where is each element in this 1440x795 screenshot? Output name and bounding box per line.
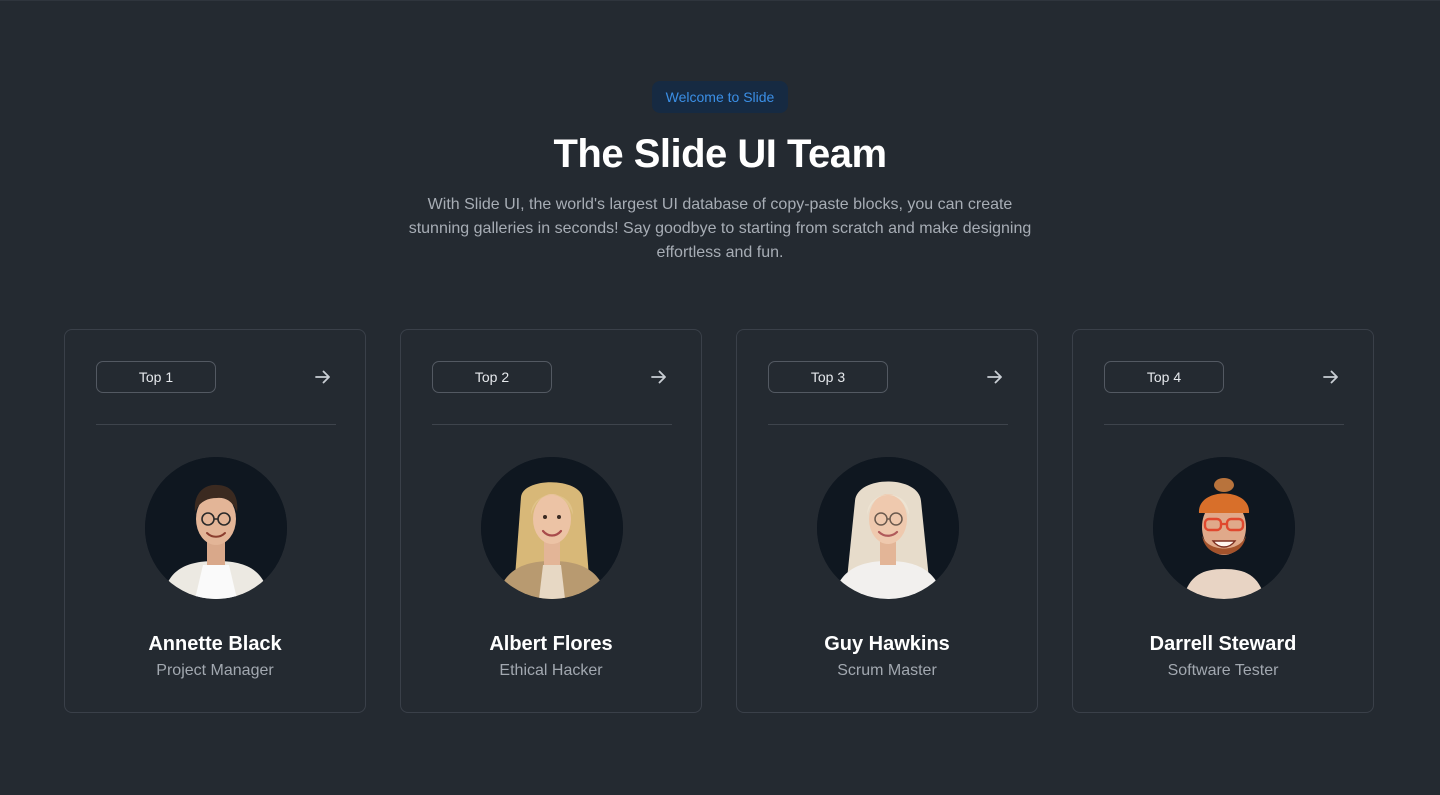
rank-button[interactable]: Top 4 (1104, 361, 1224, 393)
member-name: Albert Flores (489, 633, 613, 655)
member-name: Annette Black (148, 633, 282, 655)
team-card-1: Top 1 Annette Black Project Manager (64, 329, 366, 713)
member-name: Guy Hawkins (824, 633, 950, 655)
card-divider (432, 424, 672, 425)
avatar (481, 457, 623, 599)
card-divider (1104, 424, 1344, 425)
team-card-4: Top 4 Darrell Steward Software Tester (1072, 329, 1374, 713)
card-divider (768, 424, 1008, 425)
team-card-3: Top 3 Guy Hawkins Scrum Master (736, 329, 1038, 713)
rank-button[interactable]: Top 1 (96, 361, 216, 393)
avatar (817, 457, 959, 599)
member-role: Project Manager (156, 662, 274, 679)
member-name: Darrell Steward (1149, 633, 1297, 655)
arrow-right-icon[interactable] (985, 367, 1005, 387)
avatar (145, 457, 287, 599)
team-card-2: Top 2 Albert Flores Ethical Hacker (400, 329, 702, 713)
arrow-right-icon[interactable] (649, 367, 669, 387)
card-divider (96, 424, 336, 425)
rank-button[interactable]: Top 3 (768, 361, 888, 393)
member-role: Software Tester (1167, 662, 1279, 679)
team-page: Welcome to Slide The Slide UI Team With … (0, 0, 1440, 795)
member-role: Scrum Master (837, 662, 937, 679)
arrow-right-icon[interactable] (1321, 367, 1341, 387)
avatar (1153, 457, 1295, 599)
member-role: Ethical Hacker (499, 662, 603, 679)
page-subtitle: With Slide UI, the world's largest UI da… (408, 196, 1032, 261)
page-title: The Slide UI Team (553, 132, 887, 176)
arrow-right-icon[interactable] (313, 367, 333, 387)
top-border (0, 0, 1440, 1)
rank-button[interactable]: Top 2 (432, 361, 552, 393)
welcome-badge: Welcome to Slide (652, 81, 788, 113)
